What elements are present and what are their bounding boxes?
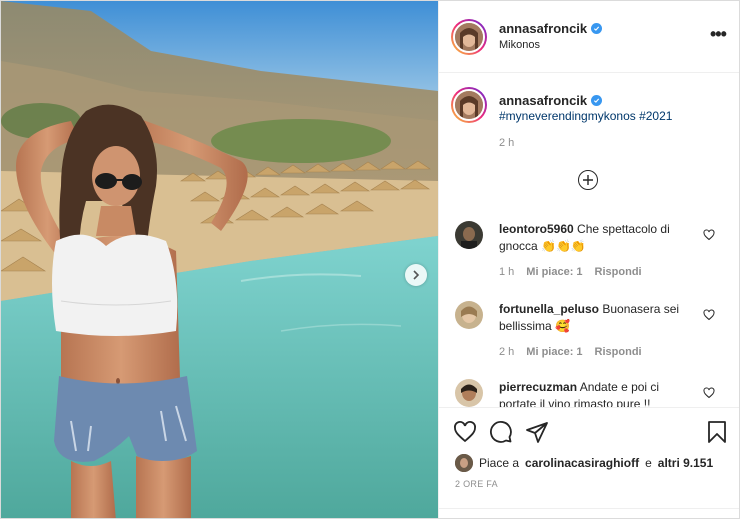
bookmark-icon[interactable] xyxy=(705,420,729,444)
beach-photo-illustration xyxy=(1,1,438,518)
avatar-face-icon xyxy=(455,23,483,51)
comment-meta: 2 h Mi piace: 1 Rispondi xyxy=(499,346,642,358)
likes-and: e xyxy=(645,456,652,470)
chevron-right-icon xyxy=(413,270,420,280)
comment-username[interactable]: fortunella_peluso xyxy=(499,302,599,316)
liker-username[interactable]: carolinacasiraghioff xyxy=(525,456,639,470)
author-username-text[interactable]: annasafroncik xyxy=(499,21,587,36)
next-photo-button[interactable] xyxy=(405,264,427,286)
commenter-avatar[interactable] xyxy=(455,301,483,329)
likes-others[interactable]: altri 9.151 xyxy=(658,456,713,470)
commenter-avatar[interactable] xyxy=(455,221,483,249)
comment-time: 1 h xyxy=(499,266,515,278)
post-dialog: annasafroncik Mikonos ••• annasafroncik … xyxy=(0,0,740,519)
comment-heart-icon[interactable] xyxy=(703,309,715,321)
comment-text: fortunella_peluso Buonasera sei bellissi… xyxy=(499,301,699,335)
caption-hashtags[interactable]: #myneverendingmykonos #2021 xyxy=(499,109,672,123)
post-side-panel: annasafroncik Mikonos ••• annasafroncik … xyxy=(438,1,739,518)
post-actions: Piace a carolinacasiraghioff e altri 9.1… xyxy=(439,407,739,518)
commenter-avatar[interactable] xyxy=(455,379,483,407)
post-location[interactable]: Mikonos xyxy=(499,39,540,51)
comments-section[interactable]: annasafroncik #myneverendingmykonos #202… xyxy=(439,73,739,407)
verified-badge-icon xyxy=(591,95,603,106)
verified-badge-icon xyxy=(591,23,603,34)
plus-circle-icon[interactable] xyxy=(578,170,598,190)
caption-time: 2 h xyxy=(499,137,515,149)
caption-username-text[interactable]: annasafroncik xyxy=(499,93,587,108)
comment-heart-icon[interactable] xyxy=(703,229,715,241)
likes-prefix: Piace a xyxy=(479,456,520,470)
comment-time: 2 h xyxy=(499,346,515,358)
likes-summary[interactable]: Piace a carolinacasiraghioff e altri 9.1… xyxy=(455,454,713,472)
comment-likes[interactable]: Mi piace: 1 xyxy=(526,346,582,358)
comment-likes[interactable]: Mi piace: 1 xyxy=(526,266,582,278)
post-photo[interactable] xyxy=(1,1,438,518)
heart-icon[interactable] xyxy=(453,420,477,444)
comment-heart-icon[interactable] xyxy=(703,387,715,399)
liker-avatar[interactable] xyxy=(455,454,473,472)
comment-username[interactable]: leontoro5960 xyxy=(499,222,574,236)
post-header: annasafroncik Mikonos ••• xyxy=(439,1,739,73)
caption-username[interactable]: annasafroncik xyxy=(499,93,603,108)
comment-text: pierrecuzman Andate e poi ci portate il … xyxy=(499,379,699,407)
caption-avatar[interactable] xyxy=(451,87,487,123)
post-timestamp[interactable]: 2 ORE FA xyxy=(455,479,498,489)
avatar-face-icon xyxy=(455,91,483,119)
add-comment-bar[interactable] xyxy=(439,508,739,518)
comment-icon[interactable] xyxy=(489,420,513,444)
reply-button[interactable]: Rispondi xyxy=(595,346,642,358)
reply-button[interactable]: Rispondi xyxy=(595,266,642,278)
share-icon[interactable] xyxy=(525,420,549,444)
author-username[interactable]: annasafroncik xyxy=(499,21,603,36)
author-avatar[interactable] xyxy=(451,19,487,55)
more-options-icon[interactable]: ••• xyxy=(710,25,727,43)
comment-username[interactable]: pierrecuzman xyxy=(499,380,577,394)
comment-text: leontoro5960 Che spettacolo di gnocca 👏👏… xyxy=(499,221,699,255)
comment-meta: 1 h Mi piace: 1 Rispondi xyxy=(499,266,642,278)
